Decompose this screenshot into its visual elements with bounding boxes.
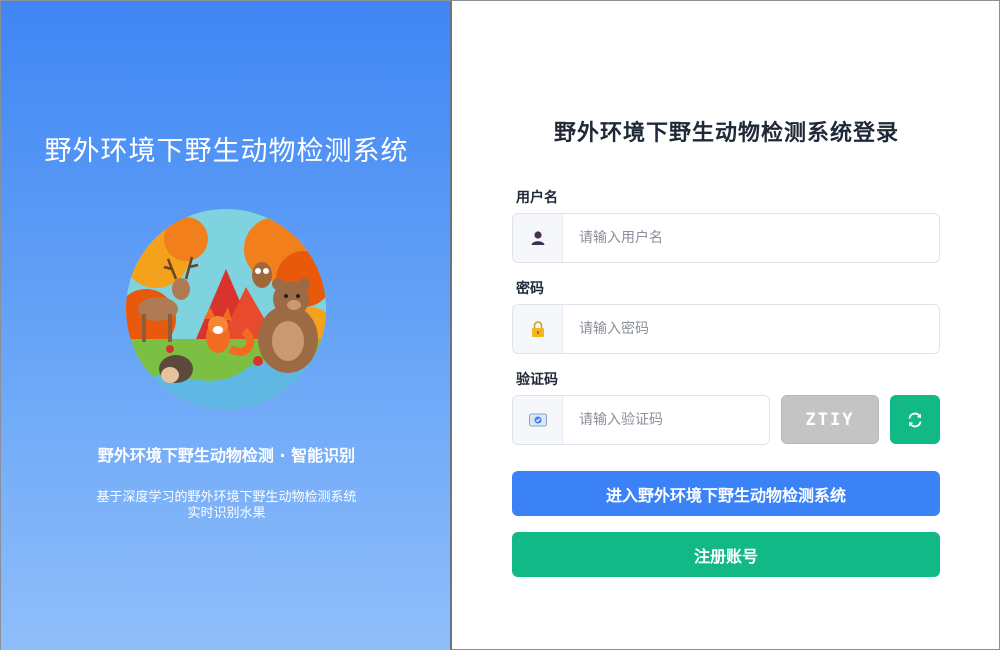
brand-description-line-1: 基于深度学习的野外环境下野生动物检测系统: [96, 490, 357, 505]
register-button[interactable]: 注册账号: [512, 532, 940, 577]
captcha-field-group: [512, 395, 770, 445]
login-title: 野外环境下野生动物检测系统登录: [553, 120, 899, 146]
brand-panel: 野外环境下野生动物检测系统 野外环境下野生动物检测 · 智能识别 基于深度学习的…: [1, 1, 452, 650]
password-label: 密码: [516, 281, 544, 297]
wildlife-illustration: [126, 209, 326, 409]
captcha-label: 验证码: [516, 372, 558, 388]
password-field-group: [512, 304, 940, 354]
brand-description: 基于深度学习的野外环境下野生动物检测系统 实时识别水果: [1, 490, 452, 522]
username-label: 用户名: [516, 190, 558, 206]
refresh-captcha-button[interactable]: [890, 395, 940, 444]
brand-subtitle: 野外环境下野生动物检测 · 智能识别: [97, 446, 356, 465]
captcha-image[interactable]: ZTIY: [781, 395, 879, 444]
user-icon: [513, 214, 563, 262]
username-field-group: [512, 213, 940, 263]
password-input[interactable]: [563, 305, 939, 353]
brand-title: 野外环境下野生动物检测系统: [44, 136, 409, 167]
login-window: 野外环境下野生动物检测系统 野外环境下野生动物检测 · 智能识别 基于深度学习的…: [0, 0, 1000, 650]
login-button[interactable]: 进入野外环境下野生动物检测系统: [512, 471, 940, 516]
lock-icon: [513, 305, 563, 353]
captcha-input[interactable]: [563, 396, 769, 444]
brand-description-line-2: 实时识别水果: [187, 506, 266, 521]
captcha-card-icon: [513, 396, 563, 444]
username-input[interactable]: [563, 214, 939, 262]
refresh-icon: [908, 412, 922, 427]
